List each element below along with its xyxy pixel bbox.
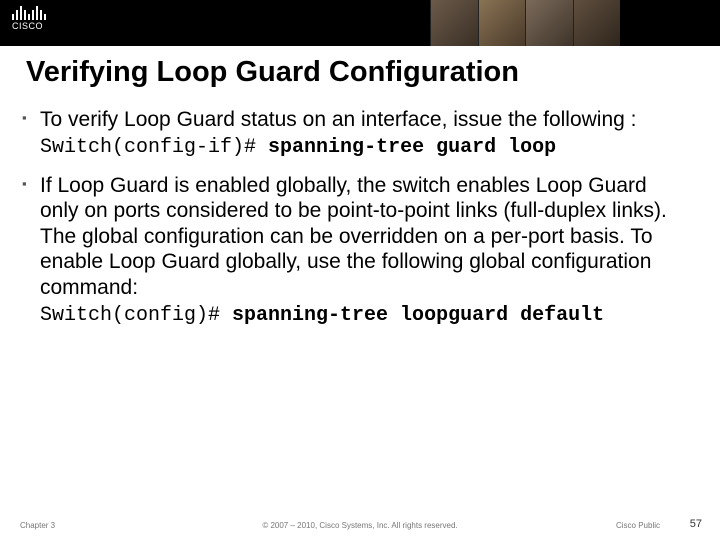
bullet-item: To verify Loop Guard status on an interf… bbox=[40, 107, 690, 159]
bullet-item: If Loop Guard is enabled globally, the s… bbox=[40, 173, 690, 327]
code-command: spanning-tree loopguard default bbox=[232, 304, 604, 327]
cisco-logo: CISCO bbox=[12, 4, 46, 31]
code-prompt: Switch(config)# bbox=[40, 304, 232, 327]
header-side-box bbox=[620, 0, 720, 46]
slide-title: Verifying Loop Guard Configuration bbox=[26, 56, 720, 89]
code-line: Switch(config-if)# spanning-tree guard l… bbox=[40, 136, 690, 159]
footer: Chapter 3 © 2007 – 2010, Cisco Systems, … bbox=[0, 514, 720, 530]
footer-chapter: Chapter 3 bbox=[20, 521, 55, 530]
footer-page-number: 57 bbox=[690, 518, 702, 530]
content-area: To verify Loop Guard status on an interf… bbox=[40, 107, 690, 327]
bullet-text: If Loop Guard is enabled globally, the s… bbox=[40, 173, 690, 301]
bullet-text: To verify Loop Guard status on an interf… bbox=[40, 107, 690, 133]
footer-classification: Cisco Public bbox=[616, 521, 660, 530]
header-people-photo bbox=[430, 0, 620, 46]
cisco-logo-bars-icon bbox=[12, 4, 46, 20]
code-command: spanning-tree guard loop bbox=[268, 136, 556, 159]
code-prompt: Switch(config-if)# bbox=[40, 136, 268, 159]
code-line: Switch(config)# spanning-tree loopguard … bbox=[40, 304, 690, 327]
footer-copyright: © 2007 – 2010, Cisco Systems, Inc. All r… bbox=[262, 521, 457, 530]
cisco-logo-text: CISCO bbox=[12, 21, 46, 31]
header-bar: CISCO bbox=[0, 0, 720, 46]
